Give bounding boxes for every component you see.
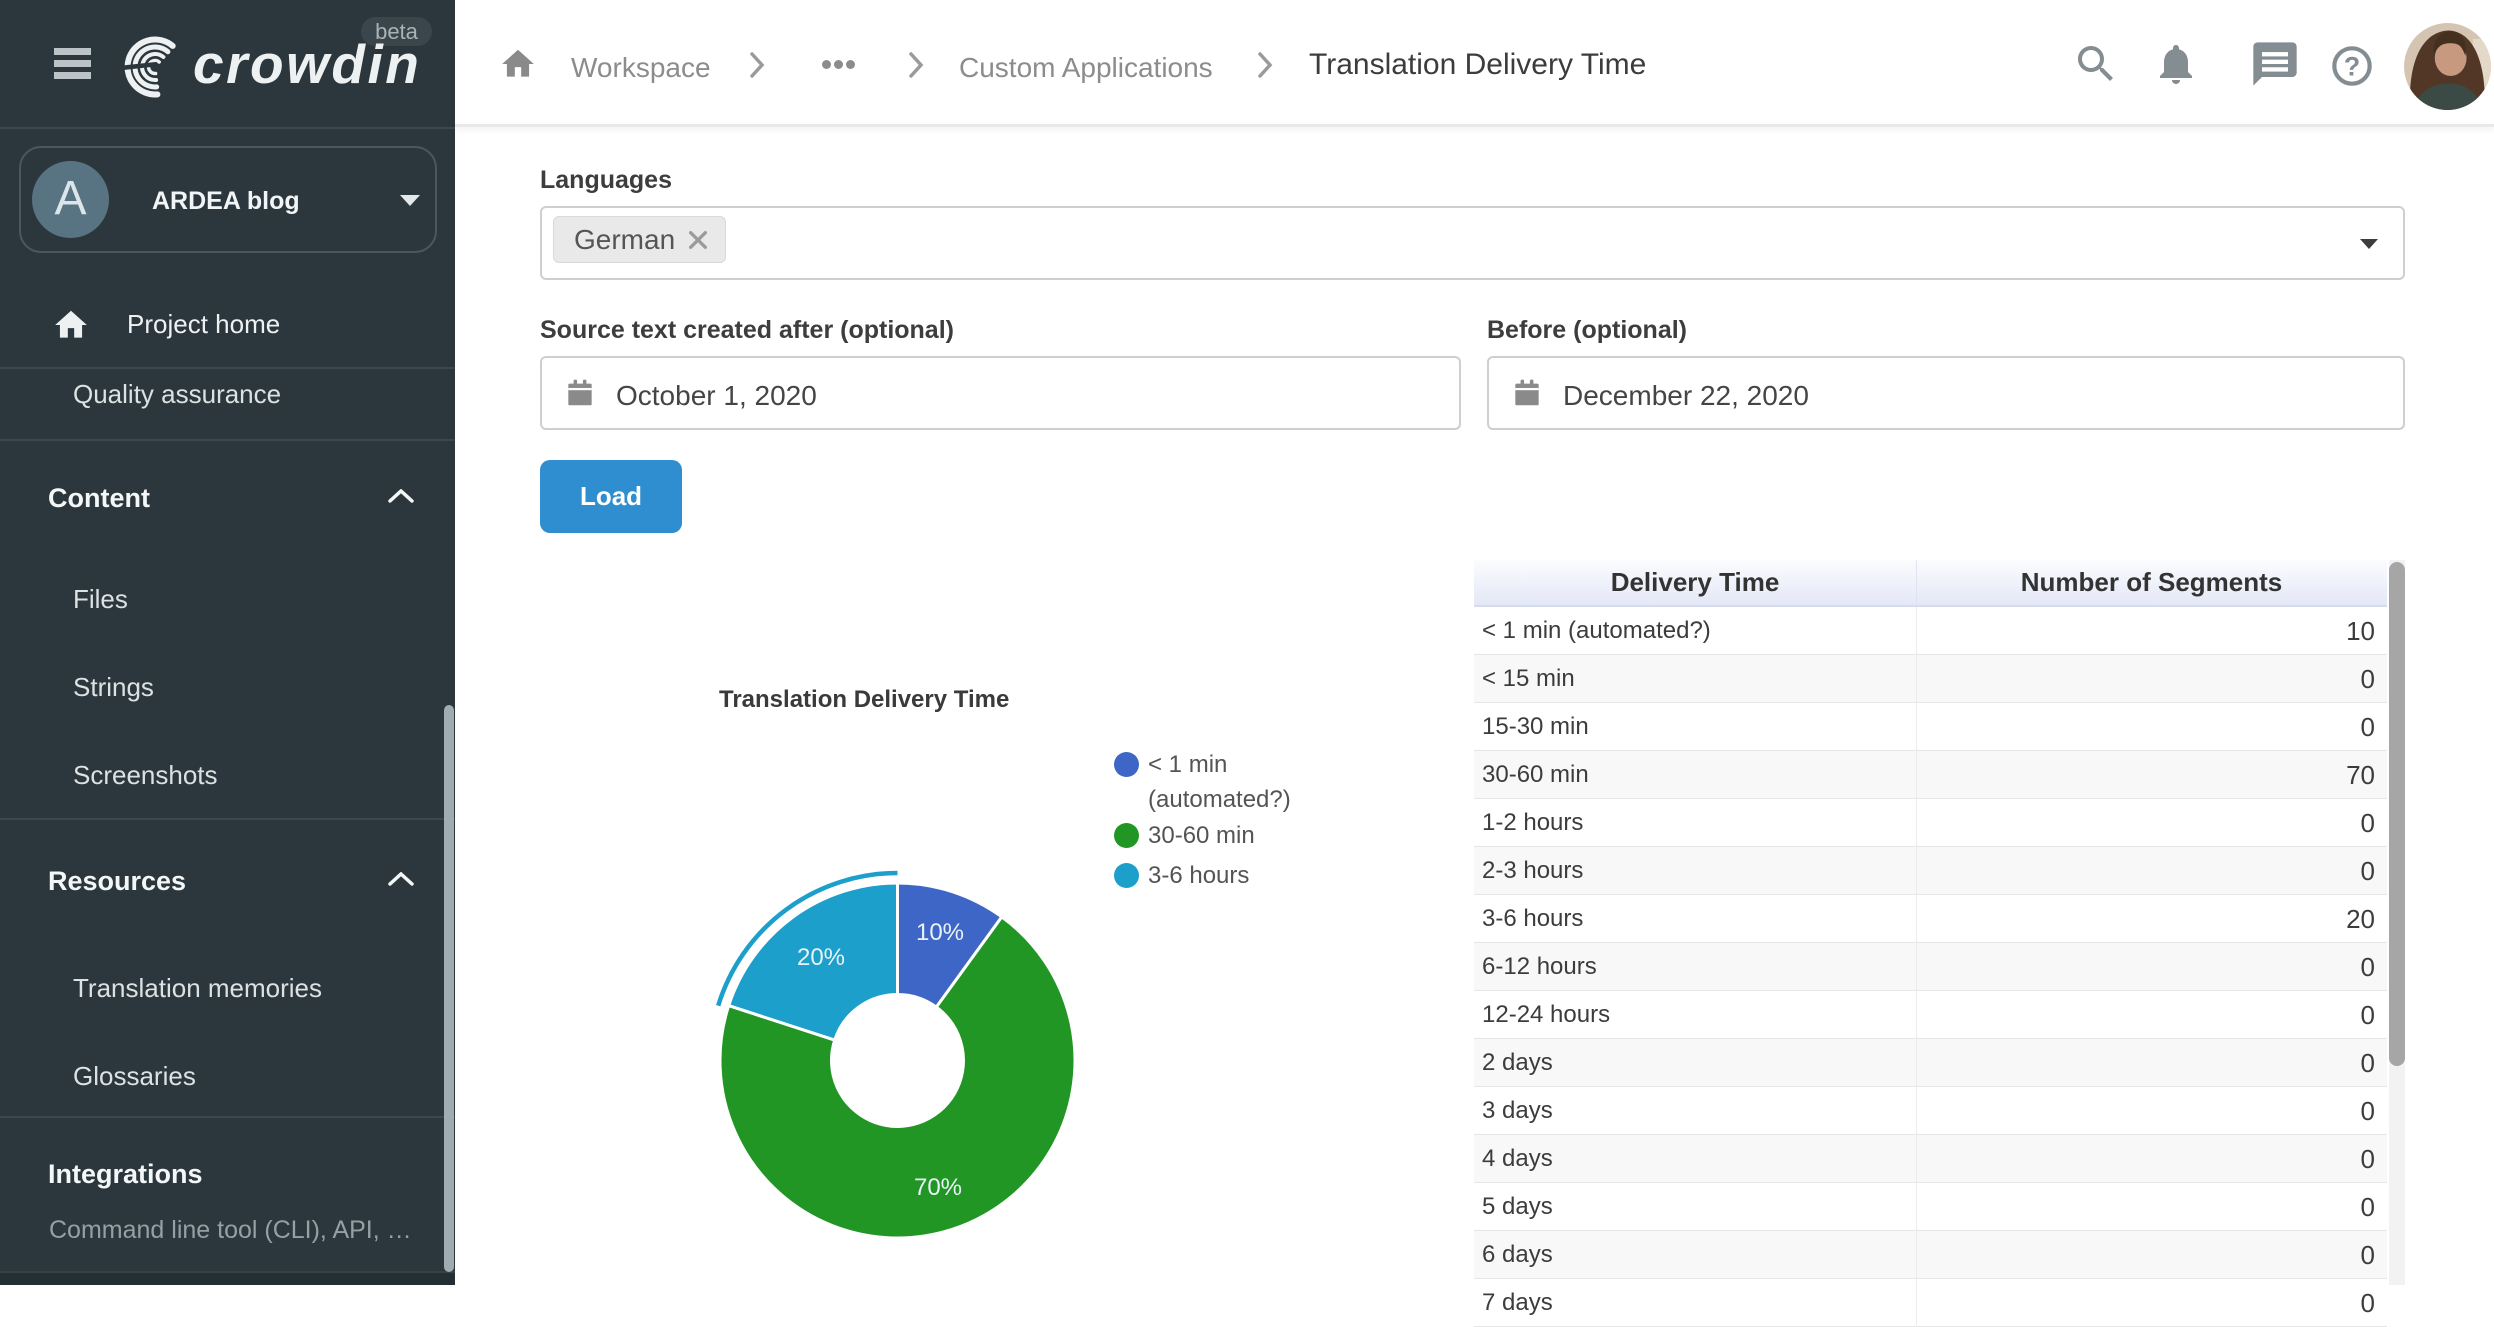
svg-text:10%: 10% <box>916 919 964 946</box>
svg-text:?: ? <box>2344 51 2360 81</box>
svg-text:crowdin: crowdin <box>193 33 421 95</box>
svg-text:20%: 20% <box>797 944 845 971</box>
svg-text:70%: 70% <box>914 1174 962 1201</box>
